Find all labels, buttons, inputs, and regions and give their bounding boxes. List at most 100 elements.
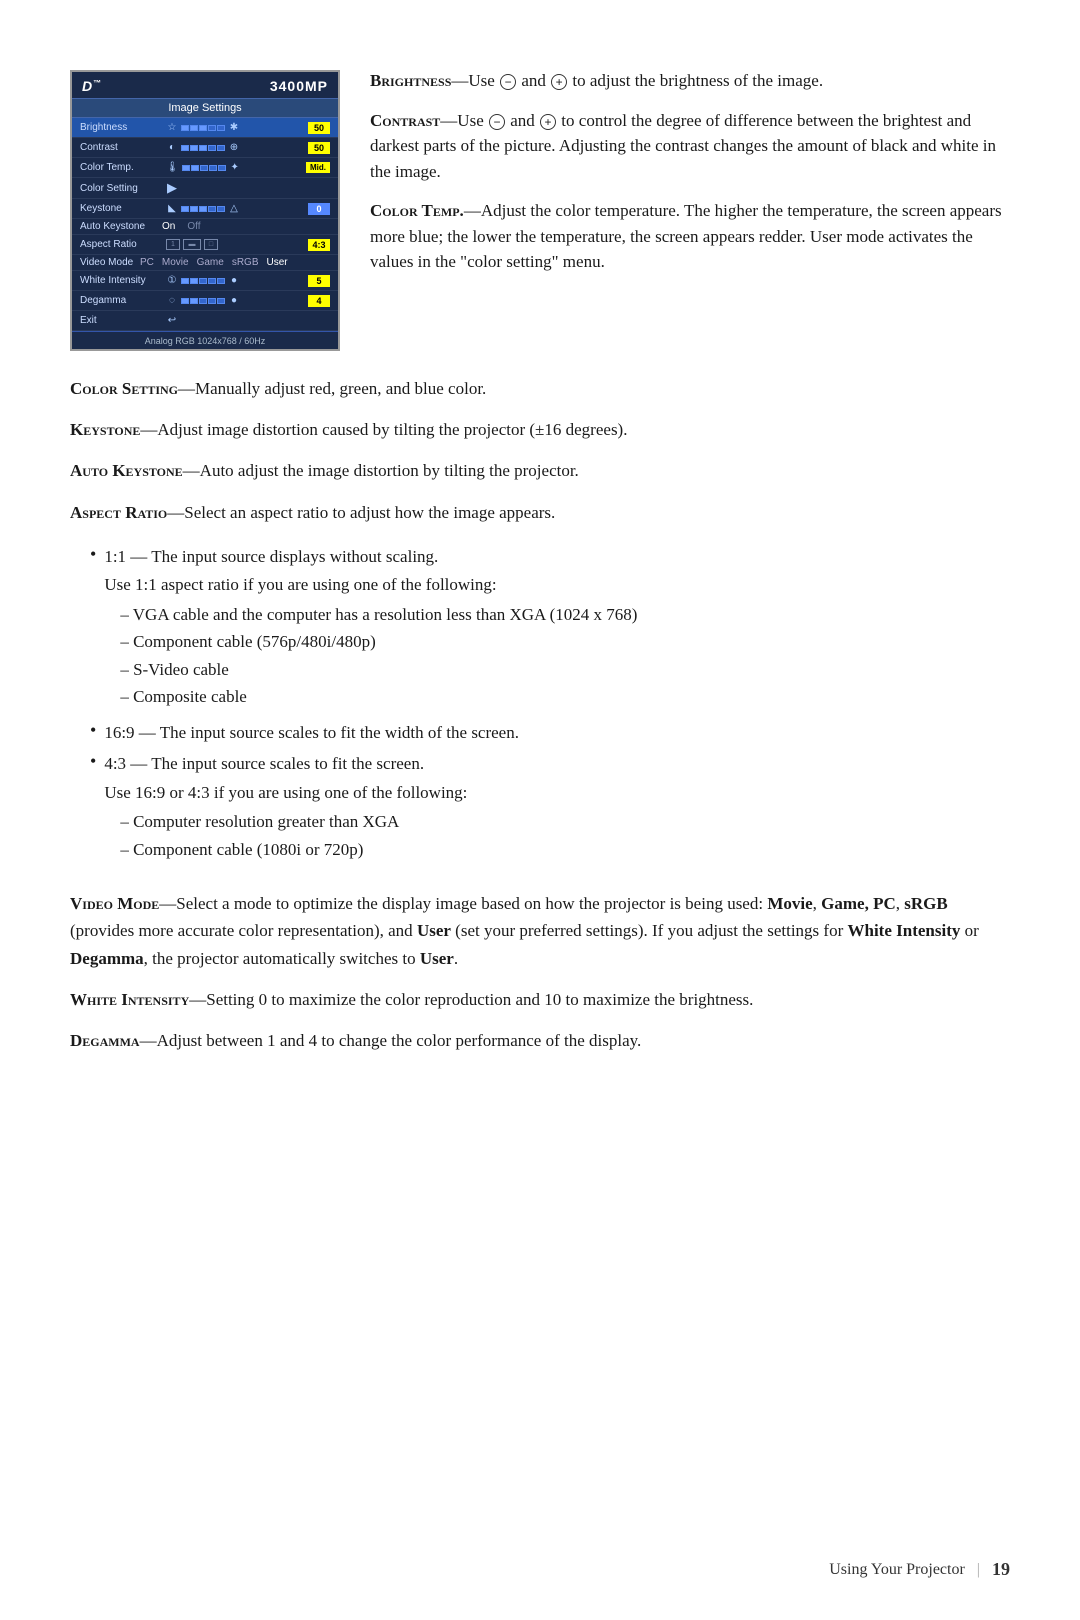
footer-divider: | (977, 1561, 980, 1579)
desc-text-contrast: —Use − and + to control the degree of di… (370, 111, 996, 181)
osd-value-brightness: 50 (308, 122, 330, 134)
footer-section-text: Using Your Projector (829, 1561, 965, 1579)
bullet-text-11: 1:1 — The input source displays without … (104, 547, 438, 566)
bold-user: User (417, 921, 451, 940)
osd-icon-brightness-high: ✱ (228, 122, 240, 133)
osd-row-video-mode: Video Mode PC Movie Game sRGB User (72, 255, 338, 271)
osd-video-user: User (267, 257, 288, 268)
osd-bar-color-temp: 🌡 ✦ (166, 162, 302, 173)
osd-bar-contrast: ◐ ⊕ (166, 142, 304, 153)
osd-descriptions: Brightness—Use − and + to adjust the bri… (370, 60, 1010, 351)
term-aspect-ratio: Aspect Ratio (70, 503, 167, 522)
text-white-intensity: —Setting 0 to maximize the color reprodu… (189, 990, 753, 1009)
osd-row-keystone: Keystone ◣ △ 0 (72, 199, 338, 219)
osd-value-color-temp: Mid. (306, 162, 330, 173)
minus-circle-icon: − (500, 74, 516, 90)
bullet-item-169: • 16:9 — The input source scales to fit … (90, 720, 1010, 746)
term-auto-keystone: Auto Keystone (70, 461, 183, 480)
osd-row-white-intensity: White Intensity ① ● 5 (72, 271, 338, 291)
osd-bar-deg-segs (181, 298, 225, 304)
bold-game: Game, (821, 894, 869, 913)
bullet-text-169: 16:9 — The input source scales to fit th… (104, 723, 519, 742)
bold-srgb: sRGB (904, 894, 947, 913)
osd-bar-segs (181, 125, 225, 131)
minus-circle-icon2: − (489, 114, 505, 130)
osd-video-pc: PC (140, 257, 154, 268)
sub-item-svideo: S-Video cable (120, 657, 637, 683)
osd-icon-deg-high: ● (228, 295, 240, 306)
bold-pc: PC (873, 894, 896, 913)
osd-label-color-temp: Color Temp. (80, 162, 162, 173)
osd-row-exit: Exit ↩ (72, 311, 338, 331)
osd-label-degamma: Degamma (80, 295, 162, 306)
osd-row-color-setting: Color Setting ▶ (72, 178, 338, 199)
sub-list-43: Computer resolution greater than XGA Com… (120, 809, 467, 862)
text-color-setting: —Manually adjust red, green, and blue co… (178, 379, 486, 398)
osd-logo: D™ (82, 78, 102, 94)
body-section: Color Setting—Manually adjust red, green… (70, 375, 1010, 1054)
osd-label-white-intensity: White Intensity (80, 275, 162, 286)
osd-row-auto-keystone: Auto Keystone On Off (72, 219, 338, 235)
top-section: D™ 3400MP Image Settings Brightness ☆ ✱ (70, 60, 1010, 351)
osd-icon-brightness-low: ☆ (166, 122, 178, 133)
osd-aspect-43: □ (204, 239, 218, 250)
text-aspect-ratio: —Select an aspect ratio to adjust how th… (167, 503, 555, 522)
desc-brightness: Brightness—Use − and + to adjust the bri… (370, 68, 1010, 94)
osd-aspect-11: 1 (166, 239, 180, 250)
osd-label-color-setting: Color Setting (80, 183, 162, 194)
text-auto-keystone: —Auto adjust the image distortion by til… (183, 461, 579, 480)
osd-row-degamma: Degamma ◌ ● 4 (72, 291, 338, 311)
osd-bar-keystone: ◣ △ (166, 203, 304, 214)
osd-label-auto-keystone: Auto Keystone (80, 221, 162, 232)
desc-term-contrast: Contrast (370, 111, 440, 130)
osd-value-keystone: 0 (308, 203, 330, 215)
bold-degamma: Degamma (70, 949, 144, 968)
term-white-intensity: White Intensity (70, 990, 189, 1009)
page-content: D™ 3400MP Image Settings Brightness ☆ ✱ (0, 0, 1080, 1134)
osd-bar-color-setting: ▶ (166, 180, 330, 196)
term-degamma: Degamma (70, 1031, 140, 1050)
term-video-mode: Video Mode (70, 894, 159, 913)
term-keystone: Keystone (70, 420, 140, 439)
osd-menu-title: Image Settings (72, 99, 338, 118)
para-color-setting: Color Setting—Manually adjust red, green… (70, 375, 1010, 402)
osd-header: D™ 3400MP (72, 72, 338, 99)
para-degamma: Degamma—Adjust between 1 and 4 to change… (70, 1027, 1010, 1054)
osd-auto-keystone-on: On (162, 221, 175, 232)
osd-label-aspect-ratio: Aspect Ratio (80, 239, 162, 250)
osd-video-srgb: sRGB (232, 257, 259, 268)
osd-value-aspect: 4:3 (308, 239, 330, 251)
osd-video-options: PC Movie Game sRGB User (140, 257, 288, 268)
osd-icon-color-setting: ▶ (166, 180, 178, 196)
sub-intro-43: Use 16:9 or 4:3 if you are using one of … (104, 780, 467, 806)
osd-bar-white-intensity: ① ● (166, 275, 304, 286)
osd-icon-keystone-low: ◣ (166, 203, 178, 214)
bullet-dot-11: • (90, 544, 96, 714)
osd-value-degamma: 4 (308, 295, 330, 307)
bullet-content-43: 4:3 — The input source scales to fit the… (104, 751, 467, 866)
osd-exit-icon-area: ↩ (166, 315, 330, 326)
osd-exit-icon: ↩ (166, 315, 178, 326)
desc-text-color-temp: —Adjust the color temperature. The highe… (370, 201, 1002, 271)
sub-item-comp-res: Computer resolution greater than XGA (120, 809, 467, 835)
text-video-mode: —Select a mode to optimize the display i… (70, 894, 979, 967)
footer-page-number: 19 (992, 1559, 1010, 1580)
desc-text-brightness: —Use − and + to adjust the brightness of… (451, 71, 823, 90)
aspect-bullet-list: • 1:1 — The input source displays withou… (90, 544, 1010, 873)
osd-bar-keystone-segs (181, 206, 225, 212)
osd-bar-brightness: ☆ ✱ (166, 122, 304, 133)
sub-list-11: VGA cable and the computer has a resolut… (120, 602, 637, 710)
osd-icon-wi-low: ① (166, 275, 178, 286)
osd-label-exit: Exit (80, 315, 162, 326)
text-degamma: —Adjust between 1 and 4 to change the co… (140, 1031, 642, 1050)
osd-row-contrast: Contrast ◐ ⊕ 50 (72, 138, 338, 158)
plus-circle-icon: + (551, 74, 567, 90)
osd-value-white-intensity: 5 (308, 275, 330, 287)
bold-movie: Movie (767, 894, 812, 913)
osd-video-game: Game (197, 257, 224, 268)
osd-value-contrast: 50 (308, 142, 330, 154)
osd-icon-contrast-low: ◐ (166, 142, 178, 153)
text-keystone: —Adjust image distortion caused by tilti… (140, 420, 627, 439)
bullet-item-11: • 1:1 — The input source displays withou… (90, 544, 1010, 714)
osd-video-movie: Movie (162, 257, 189, 268)
